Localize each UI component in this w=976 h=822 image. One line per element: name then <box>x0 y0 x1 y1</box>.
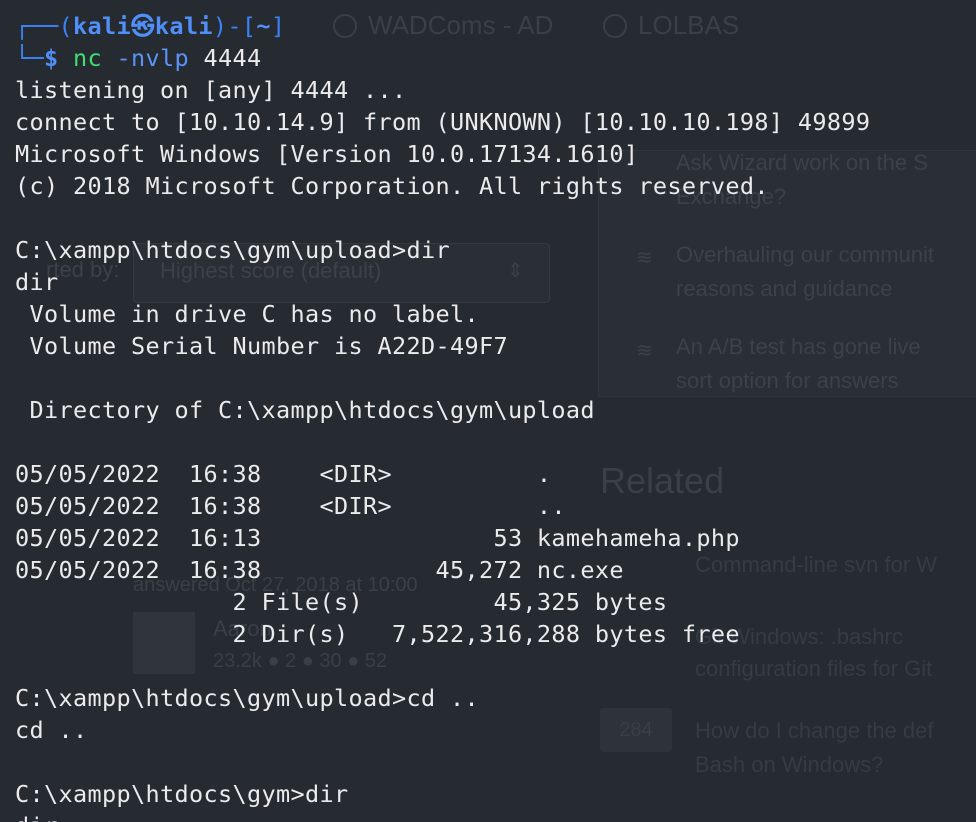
terminal-output-line: connect to [10.10.14.9] from (UNKNOWN) [… <box>15 108 871 136</box>
terminal-output-line: cd .. <box>15 716 88 744</box>
command-name: nc <box>73 44 102 72</box>
prompt-symbol: $ <box>44 44 59 72</box>
terminal-output-line: 05/05/2022 16:38 <DIR> . <box>15 460 552 488</box>
prompt-path: ~ <box>256 12 271 40</box>
terminal-output-line: Microsoft Windows [Version 10.0.17134.16… <box>15 140 639 168</box>
terminal-output-line: 05/05/2022 16:38 <DIR> .. <box>15 492 566 520</box>
terminal-output-line: (c) 2018 Microsoft Corporation. All righ… <box>15 172 769 200</box>
prompt-frame: ] <box>270 12 286 40</box>
terminal-output-line: Directory of C:\xampp\htdocs\gym\upload <box>15 396 595 424</box>
prompt-user: kali <box>73 12 131 40</box>
prompt-header: ┌──(kali㉿kali)-[~] <box>15 10 285 42</box>
command-flags: -nvlp <box>116 44 189 72</box>
terminal-output-line: C:\xampp\htdocs\gym>dir <box>15 780 349 808</box>
terminal-output-line: dir <box>15 810 59 822</box>
prompt-frame: )-[ <box>212 12 257 40</box>
prompt-frame: ┌──( <box>15 12 73 40</box>
terminal-output-line: 2 Dir(s) 7,522,316,288 bytes free <box>15 620 740 648</box>
terminal-output-line: C:\xampp\htdocs\gym\upload>dir <box>15 236 450 264</box>
terminal-output-line: 05/05/2022 16:38 45,272 nc.exe <box>15 556 624 584</box>
terminal-window[interactable]: ┌──(kali㉿kali)-[~] └─$ nc -nvlp 4444 lis… <box>0 0 976 822</box>
terminal-output-line: 2 File(s) 45,325 bytes <box>15 588 668 616</box>
terminal-output-line: 05/05/2022 16:13 53 kamehameha.php <box>15 524 740 552</box>
terminal-output-line: Volume in drive C has no label. <box>15 300 479 328</box>
terminal-output-line: listening on [any] 4444 ... <box>15 76 407 104</box>
terminal-output-line: Volume Serial Number is A22D-49F7 <box>15 332 508 360</box>
command-port: 4444 <box>203 44 262 72</box>
terminal-output-line: C:\xampp\htdocs\gym\upload>cd .. <box>15 684 479 712</box>
prompt-at-icon: ㉿ <box>131 12 155 40</box>
prompt-host: kali <box>154 12 213 40</box>
terminal-output-line: dir <box>15 268 59 296</box>
prompt-command-line: └─$ nc -nvlp 4444 <box>15 42 262 74</box>
prompt-frame: └─ <box>15 44 44 72</box>
